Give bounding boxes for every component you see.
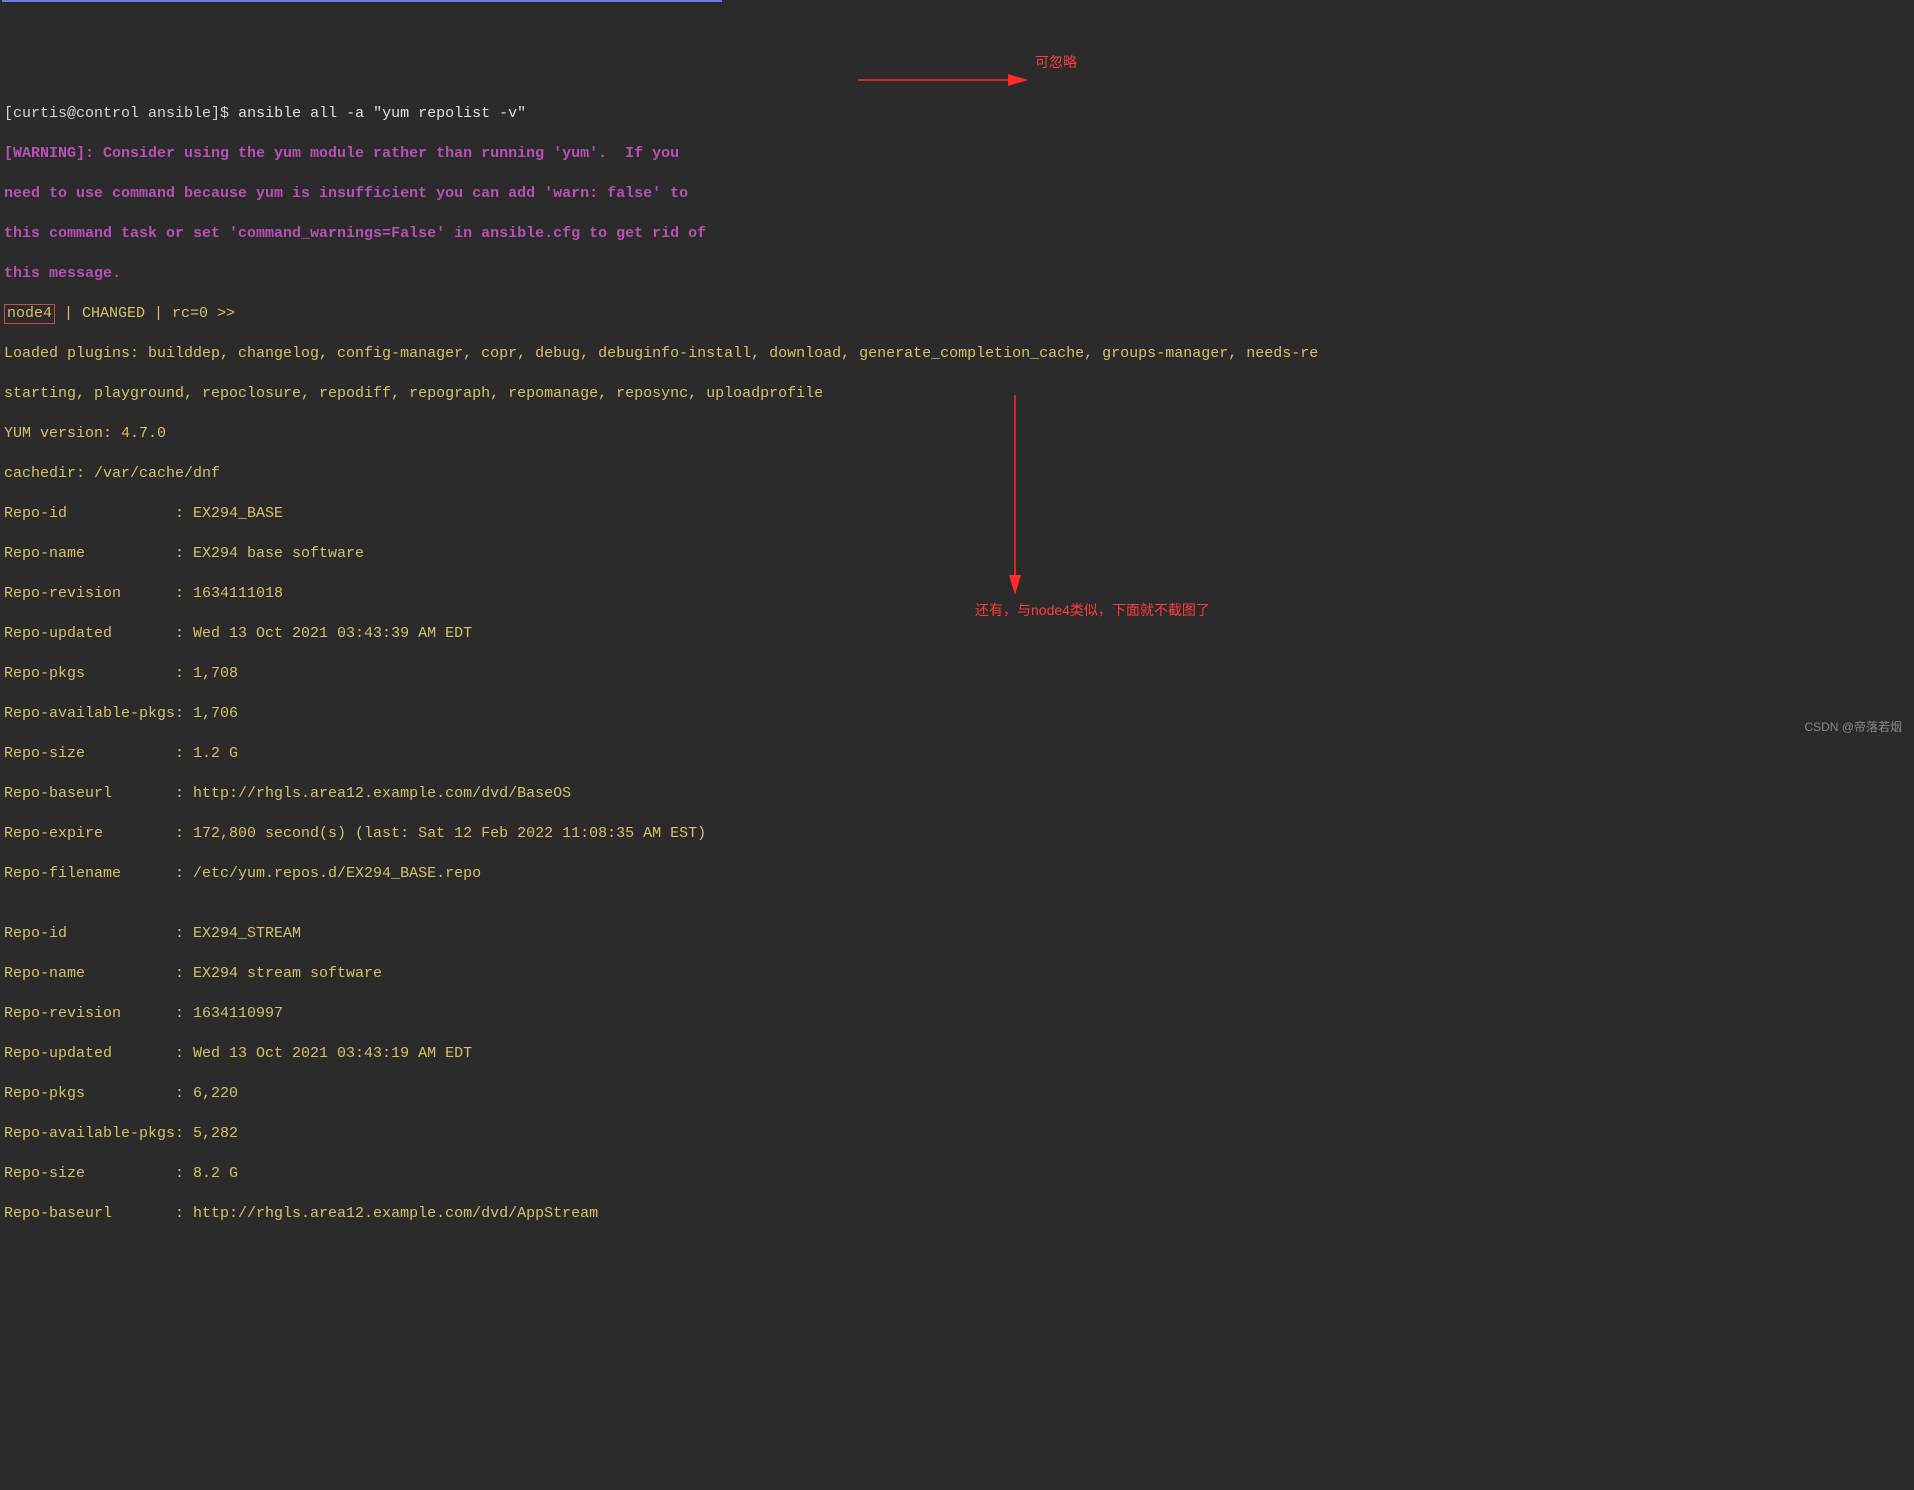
warning-line-3: this command task or set 'command_warnin…	[4, 224, 1910, 244]
repo1-revision: Repo-revision : 1634111018	[4, 584, 1910, 604]
annotation-top: 可忽略	[1035, 52, 1077, 72]
repo2-updated: Repo-updated : Wed 13 Oct 2021 03:43:19 …	[4, 1044, 1910, 1064]
warning-line-2: need to use command because yum is insuf…	[4, 184, 1910, 204]
output-cachedir: cachedir: /var/cache/dnf	[4, 464, 1910, 484]
repo2-name: Repo-name : EX294 stream software	[4, 964, 1910, 984]
warning-line-1: [WARNING]: Consider using the yum module…	[4, 144, 1910, 164]
shell-command[interactable]: ansible all -a "yum repolist -v"	[238, 105, 526, 122]
repo2-baseurl: Repo-baseurl : http://rhgls.area12.examp…	[4, 1204, 1910, 1224]
node-status-line: node4 | CHANGED | rc=0 >>	[4, 304, 1910, 324]
window-top-border	[2, 0, 722, 2]
output-plugins-1: Loaded plugins: builddep, changelog, con…	[4, 344, 1910, 364]
repo1-baseurl: Repo-baseurl : http://rhgls.area12.examp…	[4, 784, 1910, 804]
repo2-size: Repo-size : 8.2 G	[4, 1164, 1910, 1184]
repo2-available: Repo-available-pkgs: 5,282	[4, 1124, 1910, 1144]
repo1-size: Repo-size : 1.2 G	[4, 744, 1910, 764]
arrow-top-icon	[858, 50, 1028, 110]
repo1-expire: Repo-expire : 172,800 second(s) (last: S…	[4, 824, 1910, 844]
warning-line-4: this message.	[4, 264, 1910, 284]
repo2-id: Repo-id : EX294_STREAM	[4, 924, 1910, 944]
node-name-box: node4	[4, 304, 55, 324]
output-yum-version: YUM version: 4.7.0	[4, 424, 1910, 444]
repo1-updated: Repo-updated : Wed 13 Oct 2021 03:43:39 …	[4, 624, 1910, 644]
repo1-available: Repo-available-pkgs: 1,706	[4, 704, 1910, 724]
repo2-pkgs: Repo-pkgs : 6,220	[4, 1084, 1910, 1104]
repo1-name: Repo-name : EX294 base software	[4, 544, 1910, 564]
node-status-rest: | CHANGED | rc=0 >>	[55, 305, 235, 322]
repo2-revision: Repo-revision : 1634110997	[4, 1004, 1910, 1024]
output-plugins-2: starting, playground, repoclosure, repod…	[4, 384, 1910, 404]
arrow-bottom-icon	[1005, 375, 1025, 615]
annotation-bottom: 还有，与node4类似，下面就不截图了	[975, 600, 1210, 620]
repo1-filename: Repo-filename : /etc/yum.repos.d/EX294_B…	[4, 864, 1910, 884]
prompt-user-host: [curtis@control ansible]$	[4, 105, 229, 122]
watermark-text: CSDN @帝落若烟	[1804, 717, 1902, 737]
repo1-pkgs: Repo-pkgs : 1,708	[4, 664, 1910, 684]
repo1-id: Repo-id : EX294_BASE	[4, 504, 1910, 524]
